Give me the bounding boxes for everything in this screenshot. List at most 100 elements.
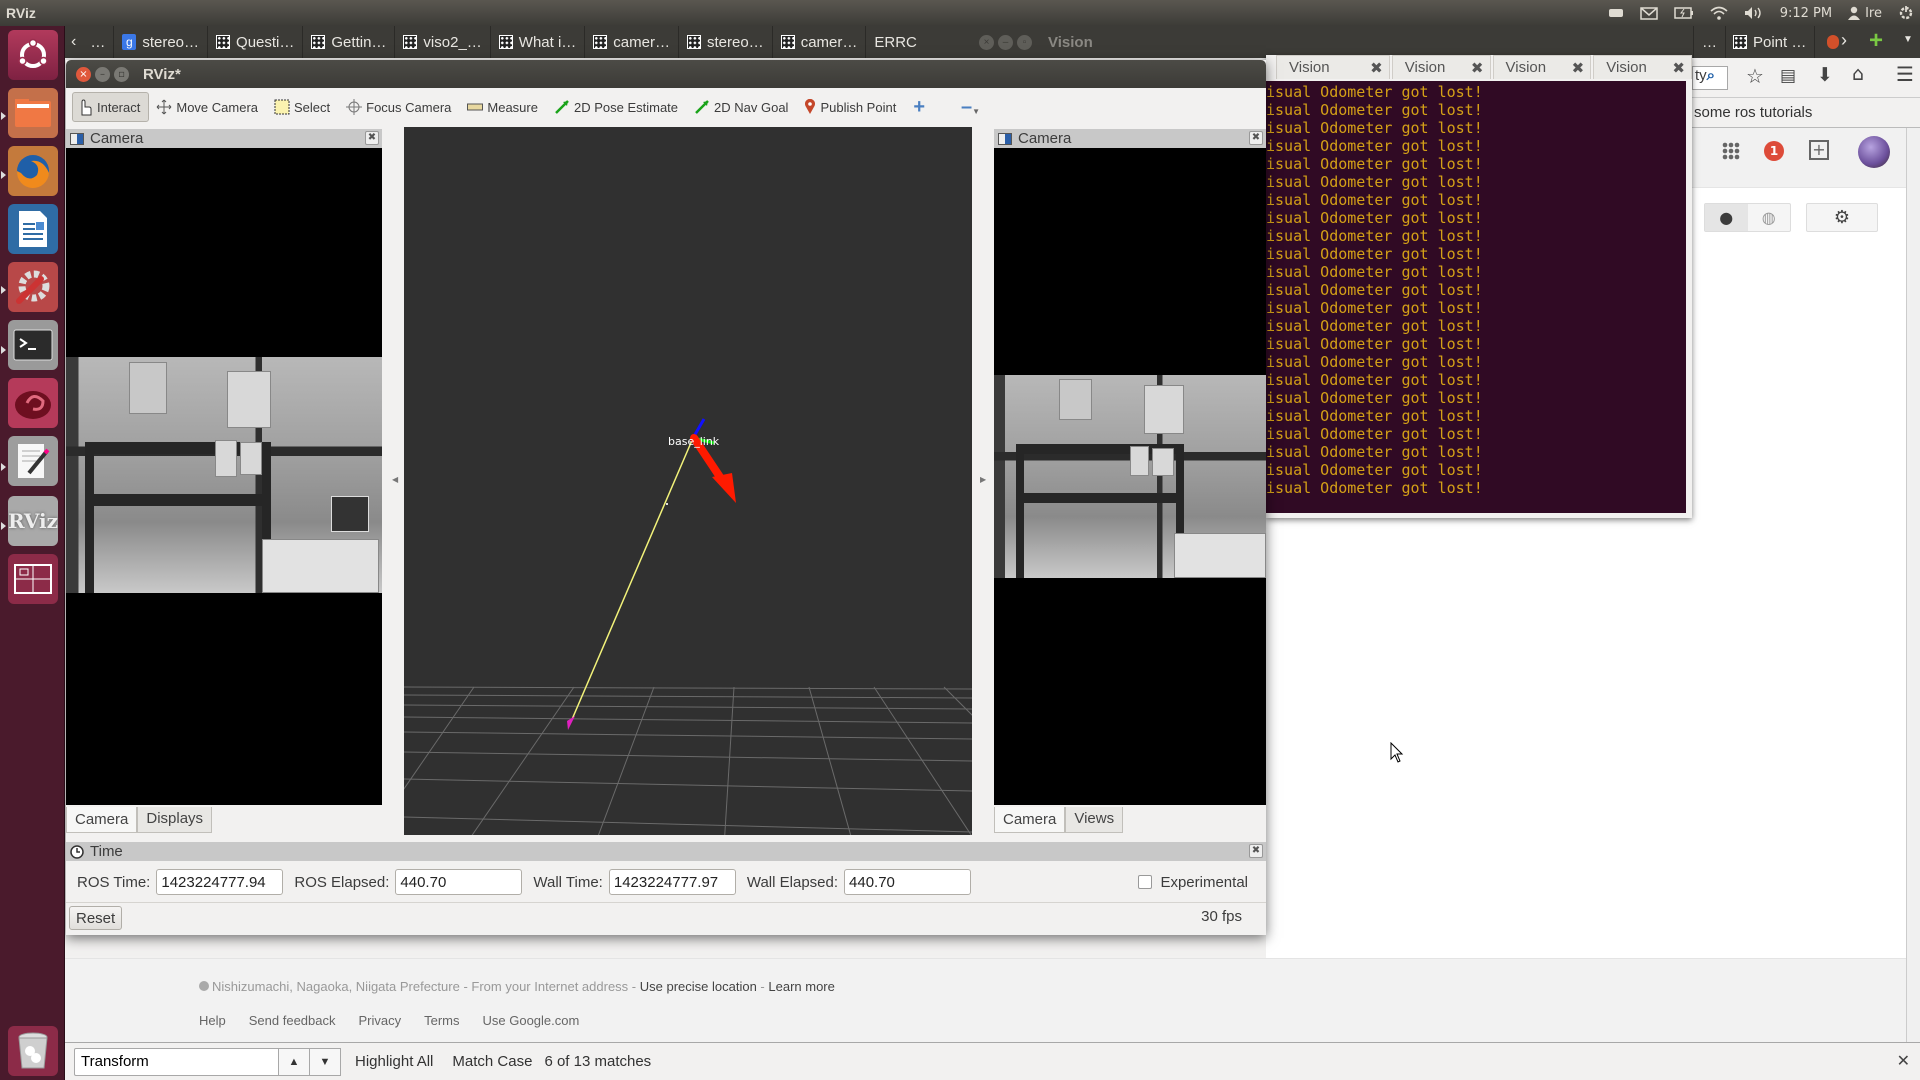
ros-elapsed-field[interactable] xyxy=(395,869,523,895)
launcher-text-editor[interactable] xyxy=(8,436,58,486)
tab-camera[interactable]: Camera xyxy=(66,807,138,833)
tabs-scroll-left-icon[interactable]: ‹ xyxy=(65,33,82,51)
use-google-com-link[interactable]: Use Google.com xyxy=(483,1013,580,1028)
ros-time-field[interactable] xyxy=(156,869,284,895)
close-window-button[interactable]: × xyxy=(76,66,91,82)
launcher-writer[interactable] xyxy=(8,204,58,254)
terminal-close-button[interactable]: × xyxy=(979,34,994,50)
find-next-button[interactable]: ▼ xyxy=(310,1047,341,1076)
bookmark-item[interactable]: some ros tutorials xyxy=(1694,104,1812,121)
browser-scrollbar[interactable] xyxy=(1906,128,1920,1042)
clock[interactable]: 9:12 PM xyxy=(1780,6,1832,21)
send-feedback-link[interactable]: Send feedback xyxy=(249,1013,336,1028)
tool-select[interactable]: Select xyxy=(269,92,339,122)
browser-tab[interactable]: ERRC xyxy=(866,26,925,58)
close-tab-icon[interactable]: ✖ xyxy=(1672,59,1685,77)
person-icon[interactable]: ● xyxy=(1705,204,1748,231)
rviz-titlebar[interactable]: × – ▫ RViz* xyxy=(66,60,1266,88)
match-case-toggle[interactable]: Match Case xyxy=(452,1053,532,1070)
tool-focus-camera[interactable]: Focus Camera xyxy=(341,92,460,122)
browser-tab[interactable]: camer… xyxy=(585,26,679,58)
terminal-titlebar[interactable]: × – ▫ Vision xyxy=(975,26,1392,58)
terminal-tab[interactable]: Vision ✖ xyxy=(1391,55,1491,79)
notification-badge[interactable]: 1 xyxy=(1764,141,1784,161)
browser-tab[interactable]: stereo… xyxy=(679,26,773,58)
terminal-minimize-button[interactable]: – xyxy=(998,34,1013,50)
tool-menu-dropdown-icon[interactable]: ▼ xyxy=(972,107,980,116)
avatar[interactable] xyxy=(1858,136,1890,168)
terminal-output[interactable]: isual Odometer got lost! isual Odometer g… xyxy=(1266,81,1686,513)
left-splitter-handle[interactable]: ◀ xyxy=(392,475,400,487)
tool-2d-pose-estimate[interactable]: 2D Pose Estimate xyxy=(549,92,687,122)
browser-tab[interactable]: camer… xyxy=(773,26,867,58)
right-camera-view[interactable] xyxy=(994,148,1266,805)
tool-measure[interactable]: Measure xyxy=(462,92,547,122)
share-plus-icon[interactable]: + xyxy=(1809,140,1829,160)
profile-toggle[interactable]: ● ◍ xyxy=(1704,203,1791,232)
close-tab-icon[interactable]: ✖ xyxy=(1370,59,1383,77)
close-findbar-icon[interactable]: ✕ xyxy=(1897,1051,1910,1071)
find-input[interactable] xyxy=(74,1047,279,1076)
downloads-icon[interactable]: ⬇ xyxy=(1817,64,1833,86)
add-tool-plus-icon[interactable]: + xyxy=(913,96,925,119)
tool-2d-nav-goal[interactable]: 2D Nav Goal xyxy=(689,92,797,122)
find-previous-button[interactable]: ▲ xyxy=(279,1047,310,1076)
home-icon[interactable]: ⌂ xyxy=(1852,63,1864,85)
launcher-terminal[interactable] xyxy=(8,320,58,370)
terminal-tab[interactable]: Vision ✖ xyxy=(1492,55,1592,79)
wall-elapsed-field[interactable] xyxy=(844,869,972,895)
launcher-files[interactable] xyxy=(8,88,58,138)
browser-tab[interactable]: … xyxy=(1693,26,1726,58)
tool-interact[interactable]: Interact xyxy=(72,92,150,122)
launcher-dash-home[interactable] xyxy=(8,30,58,80)
search-box[interactable]: ty⌕ xyxy=(1692,66,1728,90)
apps-grid-icon[interactable] xyxy=(1722,142,1740,160)
tool-publish-point[interactable]: Publish Point xyxy=(799,92,905,122)
launcher-workspace-switcher[interactable] xyxy=(8,554,58,604)
battery-icon[interactable] xyxy=(1673,7,1694,19)
tab-camera[interactable]: Camera xyxy=(994,807,1066,833)
browser-tab[interactable]: g stereo… xyxy=(114,26,209,58)
new-tab-plus-icon[interactable]: + xyxy=(1869,27,1883,55)
menu-hamburger-icon[interactable]: ☰ xyxy=(1896,62,1914,86)
experimental-checkbox[interactable] xyxy=(1138,875,1153,889)
help-link[interactable]: Help xyxy=(199,1013,226,1028)
tabs-scroll-right-icon[interactable]: › xyxy=(1841,30,1847,51)
privacy-link[interactable]: Privacy xyxy=(358,1013,401,1028)
maximize-window-button[interactable]: ▫ xyxy=(114,66,129,82)
tab-views[interactable]: Views xyxy=(1065,807,1124,833)
browser-tab[interactable]: What i… xyxy=(491,26,586,58)
settings-gear-button[interactable]: ⚙ xyxy=(1806,203,1878,232)
tab-list-dropdown-icon[interactable]: ▼ xyxy=(1903,34,1913,45)
power-gear-icon[interactable] xyxy=(1898,5,1914,21)
close-panel-icon[interactable]: ✖ xyxy=(365,131,379,145)
globe-icon[interactable]: ◍ xyxy=(1748,204,1791,231)
volume-icon[interactable] xyxy=(1744,6,1764,20)
wall-time-field[interactable] xyxy=(608,869,736,895)
browser-tab[interactable]: … xyxy=(82,26,115,58)
bookmarks-list-icon[interactable]: ▤ xyxy=(1780,66,1796,86)
use-precise-location-link[interactable]: Use precise location xyxy=(640,979,757,994)
browser-tab[interactable]: Gettin… xyxy=(303,26,396,58)
terminal-tab[interactable]: Vision ✖ xyxy=(1593,55,1692,79)
browser-tab[interactable]: Questi… xyxy=(208,26,304,58)
learn-more-link[interactable]: Learn more xyxy=(768,979,834,994)
launcher-system-settings[interactable] xyxy=(8,262,58,312)
launcher-app-red[interactable] xyxy=(8,378,58,428)
close-tab-icon[interactable]: ✖ xyxy=(1471,59,1484,77)
terminal-tab[interactable]: Vision ✖ xyxy=(1276,55,1390,79)
keyboard-icon[interactable] xyxy=(1608,8,1624,18)
remove-tool-minus-icon[interactable]: – xyxy=(961,96,972,119)
browser-tab[interactable]: Point … xyxy=(1725,26,1816,58)
right-splitter-handle[interactable]: ▶ xyxy=(980,475,988,487)
3d-render-view[interactable]: base_link xyxy=(404,127,972,835)
launcher-trash[interactable] xyxy=(8,1026,58,1076)
bookmark-star-icon[interactable]: ☆ xyxy=(1746,64,1764,88)
close-tab-icon[interactable]: ✖ xyxy=(1572,59,1585,77)
tab-displays[interactable]: Displays xyxy=(137,807,213,833)
reset-button[interactable]: Reset xyxy=(69,906,123,930)
launcher-rviz[interactable]: RViz xyxy=(8,496,58,546)
mail-icon[interactable] xyxy=(1639,6,1658,20)
close-panel-icon[interactable]: ✖ xyxy=(1249,131,1263,145)
browser-tab[interactable]: viso2_… xyxy=(395,26,491,58)
